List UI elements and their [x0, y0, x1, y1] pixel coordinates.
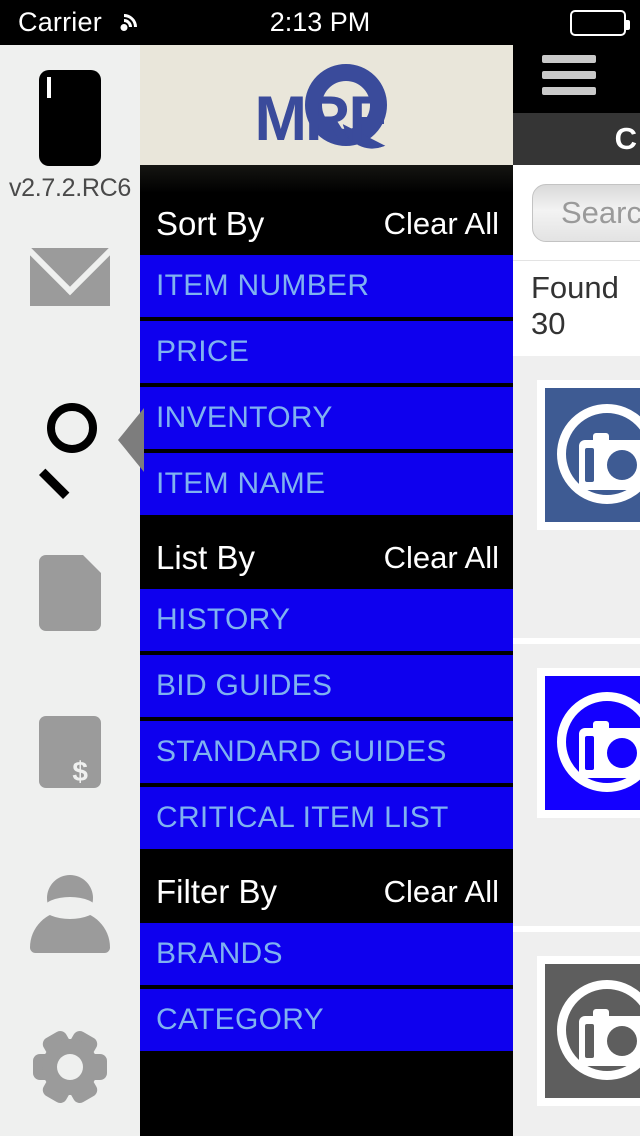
top-nav-bar [513, 45, 640, 113]
section-divider [140, 853, 513, 861]
sidebar-item-mail[interactable] [0, 248, 140, 306]
filter-option-label: INVENTORY [156, 401, 333, 434]
search-placeholder: Search [561, 194, 640, 230]
filter-option-label: ITEM NAME [156, 467, 326, 500]
thumbnail-frame [537, 668, 640, 818]
logo-letters: MRF [254, 84, 387, 154]
filter-section-sort-by: Sort By Clear All ITEM NUMBER PRICE INVE… [140, 193, 513, 515]
search-area: Search [513, 165, 640, 260]
status-bar-left: Carrier [0, 7, 211, 45]
results-count-label: Found 30 [531, 269, 619, 341]
sidebar-item-device[interactable]: v2.7.2.RC6 [0, 70, 140, 203]
section-title: Sort By [156, 205, 265, 242]
filter-option-price[interactable]: PRICE [140, 321, 513, 383]
sidebar-item-account[interactable] [0, 875, 140, 953]
filter-option-item-name[interactable]: ITEM NAME [140, 453, 513, 515]
no-photo-icon [545, 676, 640, 810]
no-photo-icon [545, 964, 640, 1098]
page-title-bar: C [513, 113, 640, 165]
section-header-sort-by: Sort By Clear All [140, 193, 513, 255]
filter-section-filter-by: Filter By Clear All BRANDS CATEGORY [140, 861, 513, 1051]
mrf-logo: MRF [217, 62, 437, 157]
mail-icon [30, 248, 110, 306]
wifi-icon [105, 8, 143, 45]
brand-logo-bar: MRF [140, 45, 513, 165]
battery-icon [569, 9, 630, 36]
document-icon [39, 555, 101, 631]
filter-option-brands[interactable]: BRANDS [140, 923, 513, 985]
list-item[interactable] [513, 638, 640, 926]
filter-panel: MRF Sort By Clear All ITEM NUMBER PRICE … [140, 45, 513, 1136]
filter-option-label: HISTORY [156, 603, 291, 636]
filter-option-label: STANDARD GUIDES [156, 735, 447, 768]
results-count: Found 30 [513, 260, 640, 350]
settings-icon [33, 1028, 107, 1106]
filter-option-category[interactable]: CATEGORY [140, 989, 513, 1051]
filter-option-label: ITEM NUMBER [156, 269, 370, 302]
section-divider [140, 519, 513, 527]
filter-option-standard-guides[interactable]: STANDARD GUIDES [140, 721, 513, 783]
no-photo-icon [545, 388, 640, 522]
filter-option-inventory[interactable]: INVENTORY [140, 387, 513, 449]
list-item[interactable] [513, 350, 640, 638]
filter-option-label: BRANDS [156, 937, 283, 970]
section-title: Filter By [156, 873, 278, 910]
section-header-list-by: List By Clear All [140, 527, 513, 589]
panel-gradient-divider [140, 165, 513, 193]
section-header-filter-by: Filter By Clear All [140, 861, 513, 923]
app-version-label: v2.7.2.RC6 [8, 174, 132, 202]
filter-option-label: CATEGORY [156, 1003, 324, 1036]
sidebar-item-settings[interactable] [0, 1028, 140, 1106]
page-title: C [614, 121, 637, 156]
search-icon [33, 403, 107, 500]
carrier-label: Carrier [18, 7, 102, 37]
content-panel: C Search Found 30 [513, 45, 640, 1136]
hamburger-menu-icon[interactable] [542, 55, 596, 103]
invoice-icon: $ [39, 716, 101, 788]
filter-option-item-number[interactable]: ITEM NUMBER [140, 255, 513, 317]
status-bar: Carrier 2:13 PM [0, 0, 640, 45]
filter-option-label: CRITICAL ITEM LIST [156, 801, 449, 834]
filter-option-label: PRICE [156, 335, 250, 368]
clear-all-button-filter-by[interactable]: Clear All [384, 874, 499, 910]
device-icon [39, 70, 101, 166]
filter-option-bid-guides[interactable]: BID GUIDES [140, 655, 513, 717]
thumbnail-frame [537, 380, 640, 530]
section-title: List By [156, 539, 256, 576]
panel-collapse-arrow[interactable] [118, 408, 144, 472]
filter-option-history[interactable]: HISTORY [140, 589, 513, 651]
list-item[interactable] [513, 926, 640, 1136]
search-input[interactable]: Search [532, 183, 640, 242]
account-icon [30, 875, 110, 953]
clear-all-button-list-by[interactable]: Clear All [384, 540, 499, 576]
filter-option-critical-item-list[interactable]: CRITICAL ITEM LIST [140, 787, 513, 849]
sidebar-item-documents[interactable] [0, 555, 140, 631]
clock-label: 2:13 PM [269, 7, 371, 37]
thumbnail-frame [537, 956, 640, 1106]
filter-section-list-by: List By Clear All HISTORY BID GUIDES STA… [140, 527, 513, 849]
filter-option-label: BID GUIDES [156, 669, 333, 702]
sidebar-rail: v2.7.2.RC6 $ [0, 45, 140, 1136]
status-bar-right [429, 9, 640, 36]
clear-all-button-sort-by[interactable]: Clear All [384, 206, 499, 242]
sidebar-item-invoices[interactable]: $ [0, 716, 140, 788]
